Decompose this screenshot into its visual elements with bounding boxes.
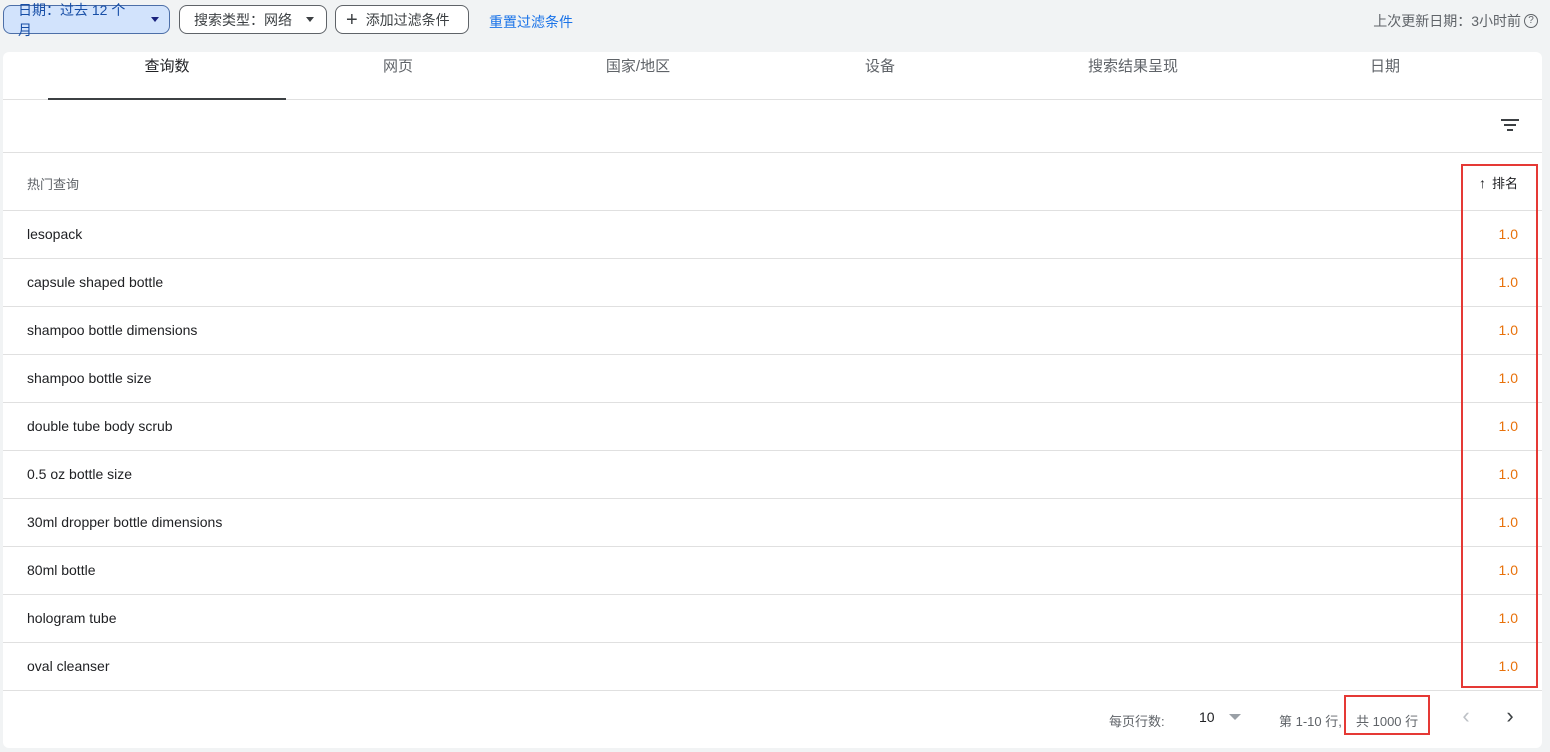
- table-row[interactable]: shampoo bottle dimensions 1.0: [3, 307, 1542, 355]
- date-filter-label: 日期：过去 12 个月: [18, 1, 126, 38]
- query-text: double tube body scrub: [27, 418, 173, 434]
- last-updated-text: 上次更新日期：3小时前: [1373, 13, 1521, 29]
- last-updated: 上次更新日期：3小时前 ?: [1373, 11, 1538, 31]
- search-type-chip[interactable]: 搜索类型：网络: [179, 5, 327, 34]
- tab-devices[interactable]: 设备: [805, 52, 955, 99]
- query-text: 30ml dropper bottle dimensions: [27, 514, 223, 530]
- rows-per-page-label: 每页行数:: [1109, 714, 1165, 729]
- query-text: 80ml bottle: [27, 562, 96, 578]
- table-row[interactable]: 0.5 oz bottle size 1.0: [3, 451, 1542, 499]
- table-row[interactable]: hologram tube 1.0: [3, 595, 1542, 643]
- dropdown-caret-icon: [151, 17, 159, 22]
- table-toolbar: [3, 100, 1542, 153]
- rank-column-highlight: [1461, 164, 1538, 688]
- search-type-label: 搜索类型：网络: [194, 11, 292, 28]
- reset-filters-link[interactable]: 重置过滤条件: [489, 12, 573, 32]
- dropdown-caret-icon: [306, 17, 314, 22]
- table-row[interactable]: 30ml dropper bottle dimensions 1.0: [3, 499, 1542, 547]
- table-row[interactable]: capsule shaped bottle 1.0: [3, 259, 1542, 307]
- tab-dates[interactable]: 日期: [1310, 52, 1460, 99]
- table-header: 热门查询 ↑ 排名: [3, 153, 1542, 211]
- plus-icon: +: [346, 8, 358, 31]
- chevron-right-icon[interactable]: ›: [1498, 705, 1522, 729]
- tab-countries[interactable]: 国家/地区: [563, 52, 713, 99]
- top-queries-header: 热门查询: [27, 177, 80, 192]
- filter-list-icon[interactable]: [1499, 114, 1521, 136]
- table-row[interactable]: oval cleanser 1.0: [3, 643, 1542, 691]
- dimension-tabs: 查询数 网页 国家/地区 设备 搜索结果呈现 日期: [3, 52, 1542, 100]
- tab-queries[interactable]: 查询数: [48, 52, 286, 100]
- page-range-text: 第 1-10 行,: [1279, 714, 1342, 729]
- table-row[interactable]: double tube body scrub 1.0: [3, 403, 1542, 451]
- rows-per-page-value: 10: [1199, 709, 1215, 725]
- table-row[interactable]: lesopack 1.0: [3, 211, 1542, 259]
- query-text: capsule shaped bottle: [27, 274, 164, 290]
- date-filter-chip[interactable]: 日期：过去 12 个月: [3, 2, 170, 38]
- query-text: 0.5 oz bottle size: [27, 466, 133, 482]
- query-text: lesopack: [27, 226, 83, 242]
- rows-per-page-select[interactable]: 10: [1199, 709, 1241, 725]
- query-text: oval cleanser: [27, 658, 110, 674]
- query-table-body: lesopack 1.0 capsule shaped bottle 1.0 sha…: [3, 211, 1542, 691]
- table-row[interactable]: 80ml bottle 1.0: [3, 547, 1542, 595]
- query-text: hologram tube: [27, 610, 117, 626]
- tab-search-appearance[interactable]: 搜索结果呈现: [1053, 52, 1213, 99]
- performance-card: 查询数 网页 国家/地区 设备 搜索结果呈现 日期 热门查询 ↑ 排名 leso…: [3, 52, 1542, 748]
- total-rows-highlight: [1344, 695, 1430, 735]
- table-row[interactable]: shampoo bottle size 1.0: [3, 355, 1542, 403]
- pagination-bar: 每页行数: 10 第 1-10 行, 共 1000 行 ‹ ›: [3, 691, 1542, 748]
- add-filter-label: 添加过滤条件: [365, 11, 450, 28]
- query-text: shampoo bottle size: [27, 370, 152, 386]
- dropdown-caret-icon: [1228, 714, 1241, 720]
- help-icon[interactable]: ?: [1524, 14, 1538, 28]
- filter-bar: 日期：过去 12 个月 搜索类型：网络 + 添加过滤条件 重置过滤条件 上次更新…: [0, 0, 1550, 40]
- tab-pages[interactable]: 网页: [323, 52, 473, 99]
- add-filter-button[interactable]: + 添加过滤条件: [335, 5, 469, 34]
- query-text: shampoo bottle dimensions: [27, 322, 198, 338]
- chevron-left-icon[interactable]: ‹: [1454, 705, 1478, 729]
